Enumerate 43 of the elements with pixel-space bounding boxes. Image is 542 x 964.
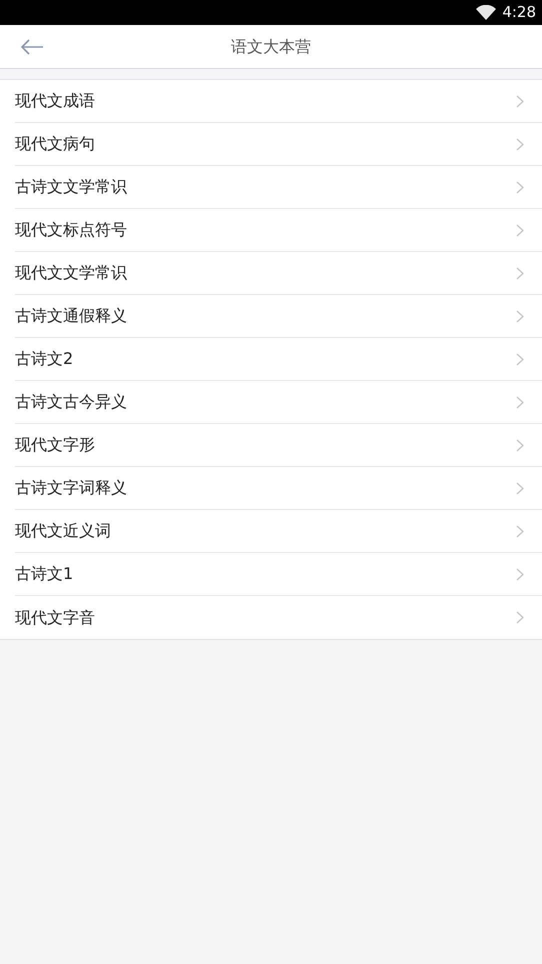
item-label: 古诗文2: [15, 348, 74, 370]
list-item[interactable]: 现代文成语: [0, 80, 542, 123]
item-label: 古诗文1: [15, 563, 74, 585]
back-arrow-icon: [20, 39, 44, 55]
chevron-right-icon: [516, 352, 524, 366]
item-label: 古诗文字词释义: [15, 477, 127, 499]
item-label: 现代文标点符号: [15, 219, 127, 241]
chevron-right-icon: [516, 396, 524, 408]
item-label: 古诗文文学常识: [15, 176, 127, 198]
item-label: 现代文文学常识: [15, 262, 127, 284]
chevron-right-icon: [516, 438, 524, 452]
list-item[interactable]: 古诗文2: [0, 338, 542, 381]
item-label: 古诗文通假释义: [15, 305, 127, 327]
status-time: 4:28: [502, 2, 536, 24]
chevron-right-icon: [516, 224, 524, 236]
list-item[interactable]: 古诗文通假释义: [0, 295, 542, 338]
chevron-right-icon: [516, 611, 524, 624]
wifi-icon: [476, 4, 496, 20]
chevron-right-icon: [516, 482, 524, 494]
chevron-right-icon: [516, 266, 524, 280]
list-item[interactable]: 现代文字音: [0, 596, 542, 639]
item-label: 现代文病句: [15, 133, 95, 155]
chevron-right-icon: [516, 524, 524, 538]
list-item[interactable]: 现代文标点符号: [0, 209, 542, 252]
item-label: 古诗文古今异义: [15, 391, 127, 413]
chevron-right-icon: [516, 94, 524, 108]
chevron-right-icon: [516, 568, 524, 580]
item-label: 现代文近义词: [15, 520, 111, 542]
list-item[interactable]: 古诗文文学常识: [0, 166, 542, 209]
list-item[interactable]: 现代文字形: [0, 424, 542, 467]
item-label: 现代文字音: [15, 606, 95, 628]
chevron-right-icon: [516, 310, 524, 322]
list-item[interactable]: 现代文文学常识: [0, 252, 542, 295]
list-item[interactable]: 古诗文字词释义: [0, 467, 542, 510]
chevron-right-icon: [516, 138, 524, 150]
list-item[interactable]: 古诗文1: [0, 553, 542, 596]
chevron-right-icon: [516, 180, 524, 194]
item-label: 现代文字形: [15, 434, 95, 456]
list-item[interactable]: 现代文近义词: [0, 510, 542, 553]
header-title: 语文大本营: [231, 36, 311, 58]
item-label: 现代文成语: [15, 90, 95, 112]
list-item[interactable]: 古诗文古今异义: [0, 381, 542, 424]
list-item[interactable]: 现代文病句: [0, 123, 542, 166]
